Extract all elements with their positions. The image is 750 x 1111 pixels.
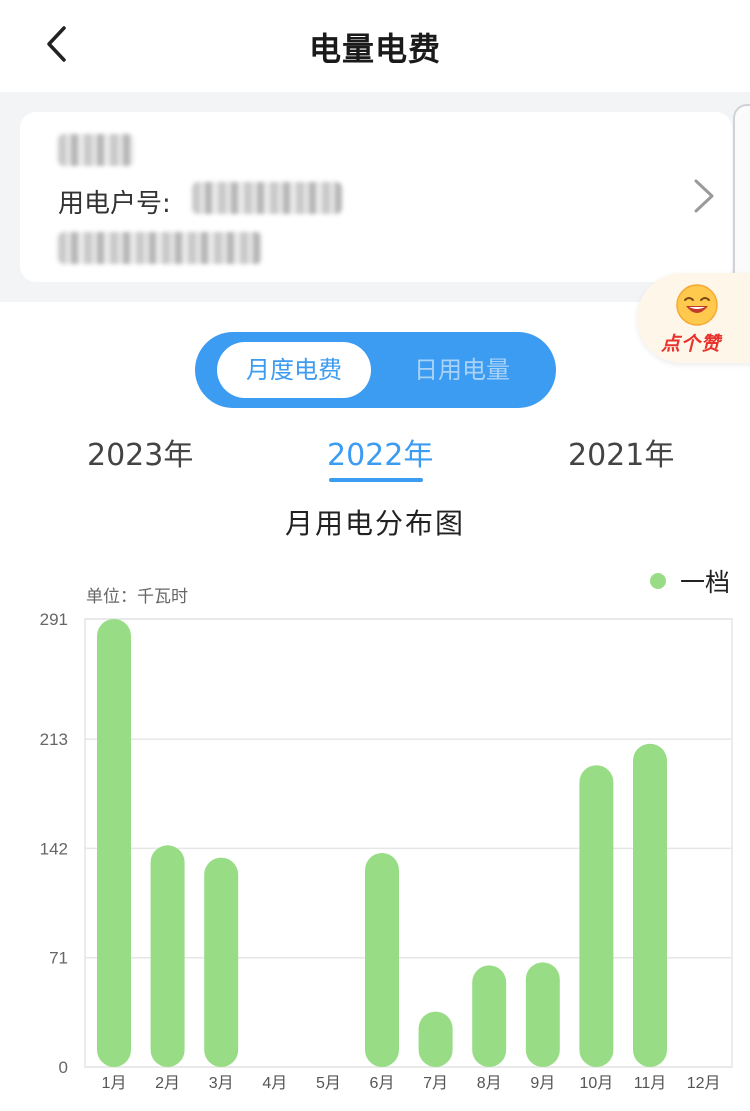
x-tick-label: 12月 — [687, 1075, 721, 1092]
page-title: 电量电费 — [308, 30, 441, 68]
x-tick-label: 8月 — [477, 1075, 502, 1092]
legend-label: 一档 — [680, 568, 731, 597]
mode-switch: 月度电费 日用电量 — [195, 332, 556, 408]
account-address-redacted — [58, 232, 262, 264]
active-year-indicator — [329, 478, 423, 482]
account-card[interactable]: 用电户号: — [20, 112, 732, 282]
x-tick-label: 3月 — [209, 1075, 234, 1092]
x-tick-label: 6月 — [370, 1075, 395, 1092]
x-tick-label: 10月 — [579, 1075, 613, 1092]
account-number-redacted — [192, 182, 342, 214]
chart-title: 月用电分布图 — [284, 507, 465, 540]
y-tick-label: 291 — [40, 610, 68, 629]
x-tick-label: 2月 — [155, 1075, 180, 1092]
x-tick-label: 4月 — [262, 1075, 287, 1092]
account-name-redacted — [58, 134, 134, 166]
y-tick-label: 142 — [40, 839, 68, 858]
y-tick-label: 71 — [49, 949, 68, 968]
y-tick-label: 213 — [40, 730, 68, 749]
nav-bar: 电量电费 — [0, 0, 750, 88]
bar — [204, 857, 239, 1067]
like-button[interactable]: 点个赞 — [637, 273, 750, 363]
smiley-icon — [676, 284, 718, 326]
side-drawer-tab[interactable] — [733, 104, 750, 300]
bar — [418, 1011, 453, 1067]
bar — [150, 845, 185, 1067]
bar — [97, 619, 131, 1067]
bar — [579, 765, 614, 1067]
x-tick-label: 5月 — [316, 1075, 341, 1092]
tab-year-2022[interactable]: 2022年 — [327, 430, 433, 474]
tab-year-2021[interactable]: 2021年 — [568, 430, 674, 474]
monthly-usage-chart: 0 71 142 213 291 1月 2月 3月 4月 5月 6月 7月 8月 9月 10月 11月 12月 — [40, 610, 733, 1092]
x-tick-label: 9月 — [530, 1075, 555, 1092]
x-tick-label: 11月 — [634, 1075, 667, 1092]
tab-year-2023[interactable]: 2023年 — [87, 430, 193, 474]
account-number-label: 用电户号: — [58, 189, 171, 219]
legend-swatch — [650, 573, 666, 589]
tab-daily-usage[interactable]: 日用电量 — [387, 342, 537, 398]
y-tick-label: 0 — [59, 1058, 68, 1077]
tab-monthly-fee[interactable]: 月度电费 — [217, 342, 371, 398]
bar — [525, 962, 560, 1067]
bar — [633, 743, 667, 1067]
bar — [365, 853, 399, 1067]
chevron-right-icon — [694, 179, 714, 213]
bar — [472, 965, 507, 1067]
chart-legend: 一档 — [650, 563, 730, 599]
x-tick-label: 1月 — [102, 1075, 127, 1092]
x-tick-label: 7月 — [423, 1075, 448, 1092]
like-label: 点个赞 — [661, 333, 722, 355]
